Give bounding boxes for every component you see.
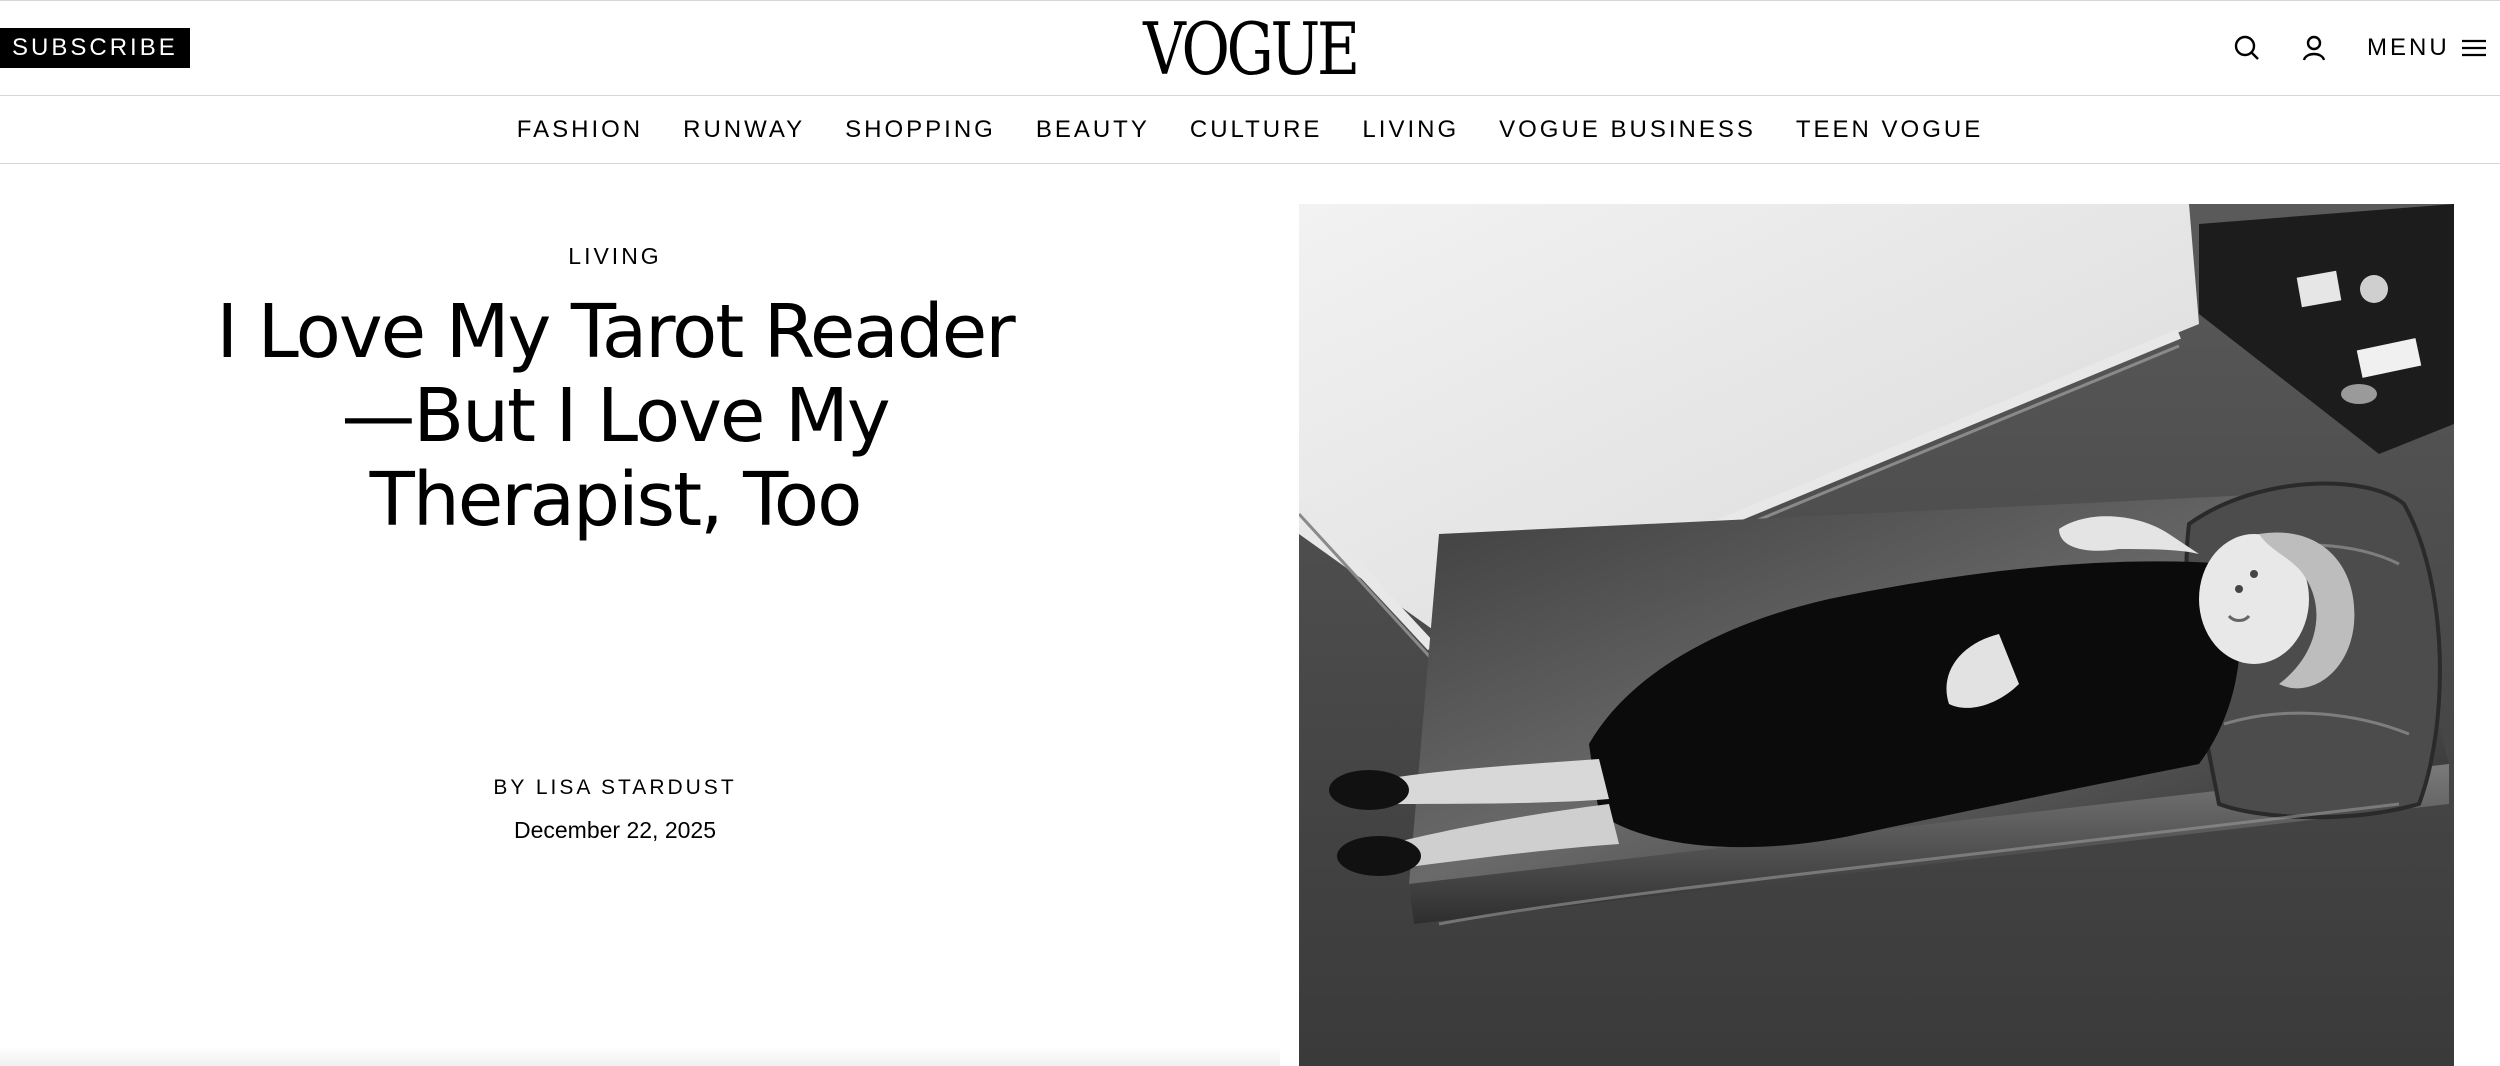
nav-item-beauty[interactable]: BEAUTY [1036, 116, 1150, 144]
vogue-logo[interactable]: VOGUE [1127, 7, 1373, 91]
top-header: SUBSCRIBE VOGUE MENU [0, 0, 2500, 96]
headline-line-2: —But I Love My [341, 373, 890, 459]
page-fold-shadow [0, 1046, 1280, 1066]
nav-item-teen-vogue[interactable]: TEEN VOGUE [1796, 116, 1983, 144]
nav-item-fashion[interactable]: FASHION [517, 116, 643, 144]
nav-item-shopping[interactable]: SHOPPING [845, 116, 996, 144]
byline-prefix: BY [493, 776, 527, 799]
section-nav: FASHION RUNWAY SHOPPING BEAUTY CULTURE L… [0, 96, 2500, 164]
nav-item-culture[interactable]: CULTURE [1190, 116, 1323, 144]
section-nav-list: FASHION RUNWAY SHOPPING BEAUTY CULTURE L… [0, 96, 2500, 164]
publish-date: December 22, 2025 [513, 817, 716, 843]
menu-button[interactable]: MENU [2367, 31, 2488, 65]
headline-line-1: I Love My Tarot Reader [216, 289, 1015, 375]
nav-item-living[interactable]: LIVING [1362, 116, 1459, 144]
author-link[interactable]: LISA STARDUST [536, 776, 737, 799]
nav-item-vogue-business[interactable]: VOGUE BUSINESS [1499, 116, 1756, 144]
subscribe-button[interactable]: SUBSCRIBE [0, 28, 190, 68]
article-section-link[interactable]: LIVING [0, 243, 1230, 270]
search-icon[interactable] [2230, 31, 2264, 65]
nav-item-runway[interactable]: RUNWAY [683, 116, 805, 144]
menu-label: MENU [2367, 34, 2450, 61]
hamburger-icon [2460, 37, 2488, 59]
article-headline: I Love My Tarot Reader —But I Love My Th… [215, 290, 1015, 542]
headline-line-3: Therapist, Too [369, 457, 863, 543]
account-icon[interactable] [2297, 31, 2331, 65]
hero-photo [1299, 204, 2454, 1066]
article-byline: BY LISA STARDUST [0, 776, 1230, 800]
